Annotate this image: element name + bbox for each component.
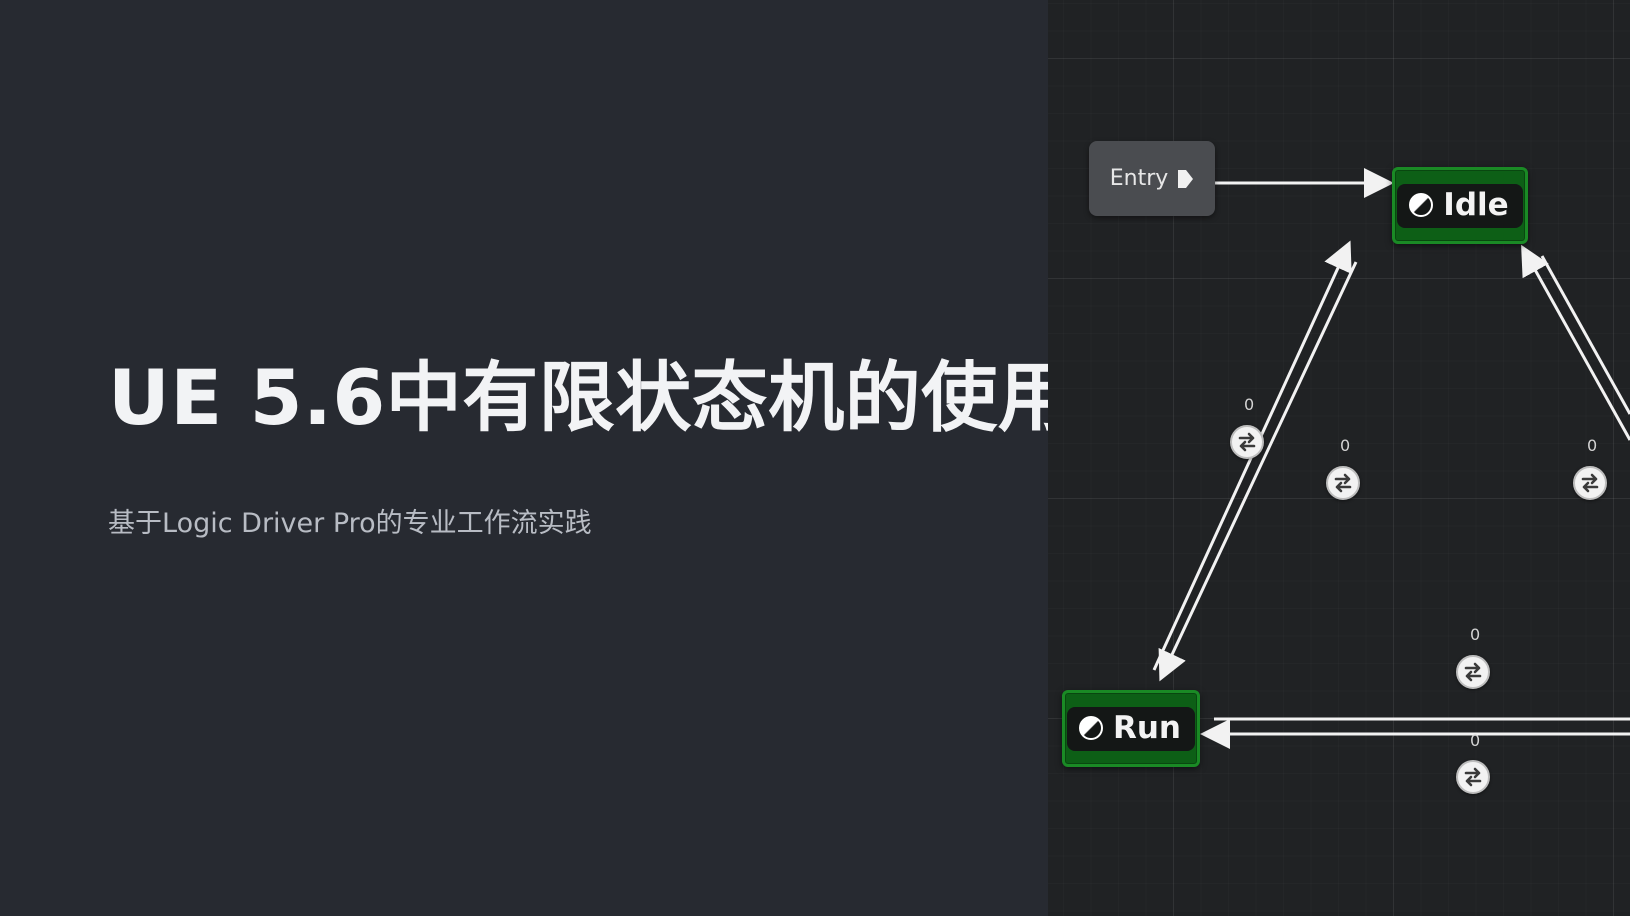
- wire-idle-to-right: [1540, 255, 1630, 415]
- slide-subtitle: 基于Logic Driver Pro的专业工作流实践: [108, 508, 592, 539]
- play-arrow-icon: [1176, 169, 1194, 189]
- state-half-circle-icon: [1409, 193, 1434, 217]
- graph-wires: [1152, 168, 1630, 749]
- transition-swap-icon: [1581, 473, 1599, 493]
- transition-count: 0: [1470, 625, 1481, 644]
- state-machine-graph[interactable]: [1048, 0, 1630, 916]
- transition-swap-icon: [1464, 767, 1482, 787]
- transition-count: 0: [1244, 395, 1255, 414]
- entry-node[interactable]: Entry: [1089, 141, 1215, 216]
- state-half-circle-icon: [1078, 716, 1103, 740]
- transition-node[interactable]: [1456, 655, 1490, 689]
- state-node-run[interactable]: Run: [1062, 690, 1200, 767]
- transition-node[interactable]: [1456, 760, 1490, 794]
- state-label-idle: Idle: [1443, 186, 1509, 223]
- transition-node[interactable]: [1230, 425, 1264, 459]
- state-label-run: Run: [1112, 709, 1181, 746]
- transition-node[interactable]: [1326, 466, 1360, 500]
- transition-count: 0: [1587, 436, 1598, 455]
- state-label-box-idle: Idle: [1397, 183, 1523, 228]
- wire-right-to-idle: [1521, 244, 1630, 441]
- state-label-box-run: Run: [1066, 706, 1195, 751]
- transition-count: 0: [1340, 436, 1351, 455]
- transition-count: 0: [1470, 731, 1481, 750]
- slide-panel: UE 5.6中有限状态机的使用 基于Logic Driver Pro的专业工作流…: [0, 0, 1074, 916]
- transition-swap-icon: [1464, 662, 1482, 682]
- transition-node[interactable]: [1573, 466, 1607, 500]
- transition-swap-icon: [1334, 473, 1352, 493]
- wire-idle-to-run: [1158, 261, 1358, 682]
- slide-title: UE 5.6中有限状态机的使用: [108, 353, 1075, 442]
- entry-label: Entry: [1109, 166, 1169, 191]
- state-node-idle[interactable]: Idle: [1392, 167, 1528, 244]
- transition-swap-icon: [1238, 432, 1256, 452]
